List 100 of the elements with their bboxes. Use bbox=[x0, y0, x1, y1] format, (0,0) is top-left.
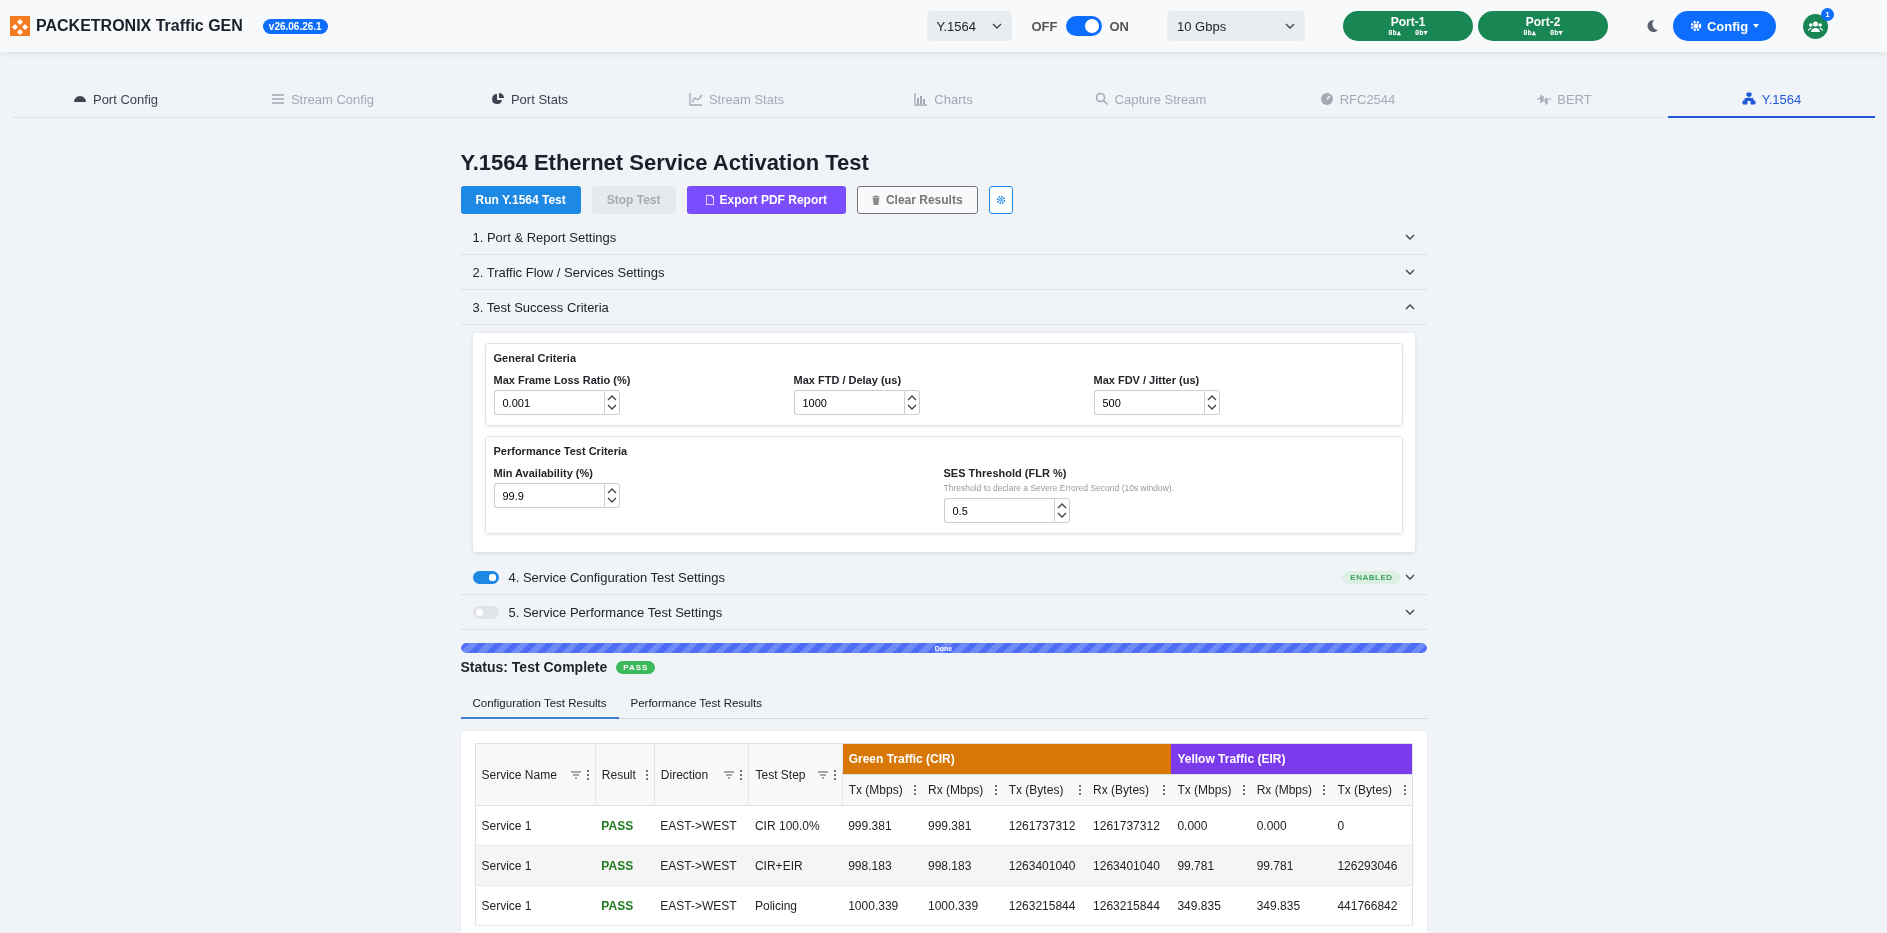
power-toggle[interactable] bbox=[1065, 16, 1102, 36]
column-header: Result bbox=[601, 767, 637, 782]
pie-chart-icon bbox=[490, 92, 505, 106]
column-group-header: Yellow Traffic (EIR) bbox=[1171, 743, 1412, 775]
speed-dropdown[interactable]: 10 Gbps bbox=[1167, 11, 1305, 41]
column-menu-icon[interactable] bbox=[1242, 785, 1245, 795]
nav-tab[interactable]: Port Stats bbox=[426, 82, 633, 118]
table-cell: 998.183 bbox=[922, 845, 1003, 886]
field-label: Max FTD / Delay (us) bbox=[793, 374, 903, 386]
notification-badge: 1 bbox=[1821, 7, 1834, 21]
section-toggle[interactable] bbox=[472, 605, 499, 619]
app-title: PACKETRONIX Traffic GEN bbox=[36, 17, 243, 35]
table-cell: EAST->WEST bbox=[654, 845, 749, 886]
chevron-up-icon bbox=[606, 488, 617, 495]
number-field[interactable]: 500 bbox=[1093, 390, 1204, 415]
clear-button[interactable]: Clear Results bbox=[856, 186, 978, 214]
column-menu-icon[interactable] bbox=[994, 785, 997, 795]
column-menu-icon[interactable] bbox=[586, 769, 589, 780]
nav-tab[interactable]: Port Config bbox=[12, 82, 219, 118]
settings-button[interactable] bbox=[988, 186, 1013, 214]
field-label: SES Threshold (FLR %) bbox=[943, 467, 1068, 479]
accordion-header[interactable]: 1. Port & Report Settings bbox=[460, 220, 1427, 255]
number-field[interactable]: 1000 bbox=[793, 390, 904, 415]
table-cell: 99.781 bbox=[1171, 845, 1251, 886]
chevron-up-icon bbox=[1206, 395, 1217, 402]
column-group-header: Green Traffic (CIR) bbox=[842, 743, 1172, 775]
column-menu-icon[interactable] bbox=[1323, 785, 1326, 795]
chevron-down-icon bbox=[606, 403, 617, 410]
table-cell: Service 1 bbox=[475, 845, 596, 886]
status-text: Status: Test Complete bbox=[460, 659, 608, 675]
run-button[interactable]: Run Y.1564 Test bbox=[460, 186, 581, 214]
chevron-down-icon bbox=[1206, 403, 1217, 410]
mode-dropdown[interactable]: Y.1564 bbox=[926, 11, 1012, 41]
column-menu-icon[interactable] bbox=[1079, 785, 1082, 795]
table-cell: 349.835 bbox=[1171, 885, 1251, 926]
column-header: Tx (Bytes) bbox=[1008, 783, 1065, 797]
column-menu-icon[interactable] bbox=[645, 769, 648, 780]
chevron-down-icon bbox=[1404, 609, 1415, 615]
table-cell: 1261737312 bbox=[1087, 805, 1172, 846]
card-title: Performance Test Criteria bbox=[493, 445, 629, 457]
chevron-down-icon bbox=[991, 23, 1002, 29]
column-header: Service Name bbox=[481, 767, 558, 782]
users-button[interactable] bbox=[1803, 13, 1828, 39]
config-button[interactable]: Config bbox=[1673, 11, 1776, 41]
column-menu-icon[interactable] bbox=[740, 769, 743, 780]
card-title: General Criteria bbox=[493, 352, 578, 364]
chevron-down-icon bbox=[1056, 511, 1067, 518]
chevron-down-icon bbox=[606, 496, 617, 503]
results-tab[interactable]: Configuration Test Results bbox=[460, 691, 619, 719]
table-cell: 1000.339 bbox=[842, 885, 922, 926]
number-field[interactable]: 0.5 bbox=[943, 498, 1054, 523]
number-field[interactable]: 0.001 bbox=[493, 390, 604, 415]
network-icon bbox=[1741, 92, 1756, 106]
nav-tab[interactable]: Y.1564 bbox=[1668, 82, 1875, 118]
column-menu-icon[interactable] bbox=[833, 769, 836, 780]
table-cell: 1000.339 bbox=[922, 885, 1003, 926]
accordion-header[interactable]: 5. Service Performance Test Settings bbox=[460, 595, 1427, 630]
column-header: Rx (Bytes) bbox=[1093, 783, 1151, 797]
column-menu-icon[interactable] bbox=[1403, 785, 1406, 795]
accordion-header[interactable]: 4. Service Configuration Test Settings ENABLED bbox=[460, 560, 1427, 595]
column-header: Tx (Mbps) bbox=[848, 783, 904, 797]
moon-icon[interactable] bbox=[1645, 19, 1659, 33]
table-cell: 999.381 bbox=[842, 805, 922, 846]
table-cell: Service 1 bbox=[475, 805, 596, 846]
on-label: ON bbox=[1109, 18, 1129, 34]
chevron-down-icon bbox=[1404, 574, 1415, 580]
table-cell: 349.835 bbox=[1250, 885, 1332, 926]
column-header: Direction bbox=[660, 767, 710, 782]
chevron-up-icon bbox=[1404, 304, 1415, 310]
logo-icon bbox=[10, 16, 30, 36]
table-cell: CIR+EIR bbox=[748, 845, 843, 886]
column-header: Rx (Mbps) bbox=[928, 783, 985, 797]
column-header: Tx (Bytes) bbox=[1337, 783, 1394, 797]
table-cell: 0 bbox=[1331, 805, 1412, 846]
table-cell: 1263401040 bbox=[1002, 845, 1088, 886]
column-header: Test Step bbox=[755, 767, 807, 782]
results-tab[interactable]: Performance Test Results bbox=[618, 691, 774, 719]
off-label: OFF bbox=[1031, 18, 1058, 34]
table-cell: 999.381 bbox=[922, 805, 1003, 846]
table-cell: 126293046 bbox=[1331, 845, 1412, 886]
number-field[interactable]: 99.9 bbox=[493, 483, 604, 508]
table-cell: CIR 100.0% bbox=[748, 805, 843, 846]
chevron-up-icon bbox=[1056, 503, 1067, 510]
settings-icon bbox=[995, 195, 1006, 205]
column-menu-icon[interactable] bbox=[1163, 785, 1166, 795]
chevron-down-icon bbox=[1404, 234, 1415, 240]
table-cell: 998.183 bbox=[842, 845, 922, 886]
chevron-down-icon bbox=[906, 403, 917, 410]
table-cell: 99.781 bbox=[1250, 845, 1332, 886]
pulse-icon bbox=[1537, 92, 1552, 106]
chevron-down-icon bbox=[1285, 23, 1295, 29]
gear-icon bbox=[1689, 20, 1702, 32]
table-cell: Service 1 bbox=[475, 885, 596, 926]
table-cell: EAST->WEST bbox=[654, 885, 749, 926]
export-button[interactable]: Export PDF Report bbox=[686, 186, 846, 214]
section-toggle[interactable] bbox=[472, 570, 499, 584]
chevron-up-icon bbox=[606, 395, 617, 402]
accordion-header[interactable]: 2. Traffic Flow / Services Settings bbox=[460, 255, 1427, 290]
accordion-header[interactable]: 3. Test Success Criteria bbox=[460, 290, 1427, 325]
table-cell: 0.000 bbox=[1171, 805, 1251, 846]
